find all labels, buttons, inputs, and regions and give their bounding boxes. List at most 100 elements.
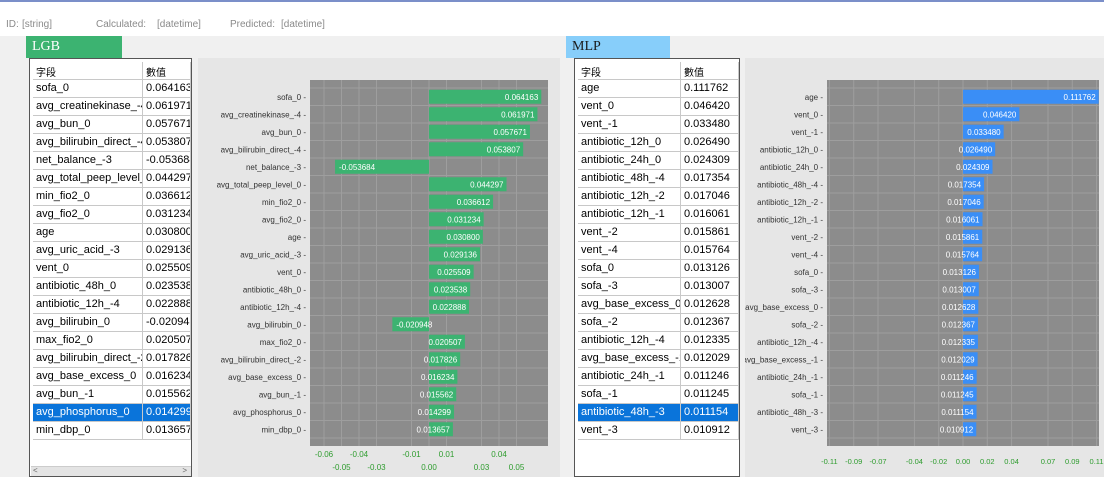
feature-value-cell: 0.011246 xyxy=(681,368,739,386)
category-label: vent_0 - xyxy=(794,110,823,119)
table-row[interactable]: vent_-4 0.015764 xyxy=(578,242,739,260)
category-label: max_fio2_0 - xyxy=(260,338,307,347)
feature-value-cell: 0.026490 xyxy=(681,134,739,152)
table-row[interactable]: antibiotic_48h_-4 0.017354 xyxy=(578,170,739,188)
category-label: age - xyxy=(288,233,307,242)
table-row-selected[interactable]: avg_phosphorus_0 0.014299 xyxy=(33,404,191,422)
table-row[interactable]: avg_bilirubin_direct_-4 0.053807 xyxy=(33,134,191,152)
data-label: 0.023538 xyxy=(434,285,468,294)
table-row[interactable]: antibiotic_24h_-1 0.011246 xyxy=(578,368,739,386)
table-row[interactable]: vent_0 0.025509 xyxy=(33,260,191,278)
table-row[interactable]: avg_base_excess_0 0.012628 xyxy=(578,296,739,314)
feature-name-cell: avg_base_excess_0 xyxy=(33,368,143,386)
table-row[interactable]: antibiotic_48h_0 0.023538 xyxy=(33,278,191,296)
table-row[interactable]: vent_-1 0.033480 xyxy=(578,116,739,134)
category-label: antibiotic_24h_-1 - xyxy=(757,373,823,382)
feature-value-cell: 0.057671 xyxy=(143,116,191,134)
table-row[interactable]: sofa_-3 0.013007 xyxy=(578,278,739,296)
category-label: avg_base_excess_-1 - xyxy=(745,355,823,364)
table-row[interactable]: min_dbp_0 0.013657 xyxy=(33,422,191,440)
x-tick-label: -0.11 xyxy=(821,457,838,466)
table-row[interactable]: antibiotic_12h_-4 0.012335 xyxy=(578,332,739,350)
table-row[interactable]: avg_base_excess_0 0.016234 xyxy=(33,368,191,386)
feature-name-cell: antibiotic_12h_-1 xyxy=(578,206,681,224)
lgb-feature-table[interactable]: < > 字段 數值 sofa_0 0.064163 avg_creatinekinase… xyxy=(29,58,192,477)
mlp-feature-table[interactable]: 字段 數值 age 0.111762 vent_0 0.046420 vent_-1 0.03… xyxy=(574,58,740,477)
category-label: antibiotic_12h_-2 - xyxy=(757,198,823,207)
table-row[interactable]: avg_total_peep_level_0 0.044297 xyxy=(33,170,191,188)
data-label: 0.015861 xyxy=(946,233,980,242)
category-label: sofa_-1 - xyxy=(791,390,823,399)
category-label: sofa_0 - xyxy=(277,93,306,102)
feature-name-cell: age xyxy=(578,80,681,98)
scroll-left-arrow-icon[interactable]: < xyxy=(33,466,38,475)
table-row[interactable]: avg_creatinekinase_-4 0.061971 xyxy=(33,98,191,116)
table-row[interactable]: sofa_-1 0.011245 xyxy=(578,386,739,404)
data-label: 0.016234 xyxy=(421,373,455,382)
feature-name-cell: vent_-1 xyxy=(578,116,681,134)
table-row[interactable]: avg_fio2_0 0.031234 xyxy=(33,206,191,224)
table-row[interactable]: avg_bun_-1 0.015562 xyxy=(33,386,191,404)
table-row[interactable]: sofa_0 0.013126 xyxy=(578,260,739,278)
table-row[interactable]: avg_uric_acid_-3 0.029136 xyxy=(33,242,191,260)
table-row[interactable]: antibiotic_24h_0 0.024309 xyxy=(578,152,739,170)
feature-name-cell: vent_0 xyxy=(578,98,681,116)
category-label: antibiotic_12h_0 - xyxy=(760,145,823,154)
feature-name-cell: avg_phosphorus_0 xyxy=(33,404,143,422)
table-row[interactable]: avg_base_excess_-1 0.012029 xyxy=(578,350,739,368)
table-row[interactable]: antibiotic_12h_-2 0.017046 xyxy=(578,188,739,206)
feature-value-cell: 0.061971 xyxy=(143,98,191,116)
lgb-table-horizontal-scrollbar[interactable]: < > xyxy=(31,466,191,476)
table-row[interactable]: avg_bilirubin_0 -0.020948 xyxy=(33,314,191,332)
category-label: antibiotic_12h_-1 - xyxy=(757,215,823,224)
feature-value-cell: 0.011154 xyxy=(681,404,739,422)
table-row[interactable]: antibiotic_12h_-1 0.016061 xyxy=(578,206,739,224)
feature-name-cell: max_fio2_0 xyxy=(33,332,143,350)
scroll-right-arrow-icon[interactable]: > xyxy=(182,466,187,475)
data-label: 0.057671 xyxy=(494,128,528,137)
table-row[interactable]: antibiotic_12h_-4 0.022888 xyxy=(33,296,191,314)
feature-value-cell: 0.013657 xyxy=(143,422,191,440)
feature-value-cell: 0.024309 xyxy=(681,152,739,170)
x-tick-label: -0.06 xyxy=(315,450,334,459)
data-label: 0.011246 xyxy=(941,373,974,382)
category-label: antibiotic_48h_0 - xyxy=(243,285,306,294)
table-row[interactable]: avg_bilirubin_direct_-2 0.017826 xyxy=(33,350,191,368)
table-row[interactable]: net_balance_-3 -0.053684 xyxy=(33,152,191,170)
category-label: vent_-1 - xyxy=(791,128,823,137)
table-row[interactable]: sofa_-2 0.012367 xyxy=(578,314,739,332)
data-label: 0.053807 xyxy=(487,145,521,154)
lgb-importance-chart: sofa_0 - 0.064163 avg_creatinekinase_-4 - 0… xyxy=(198,58,560,477)
data-label: 0.033480 xyxy=(967,128,1001,137)
value-column-header[interactable]: 數值 xyxy=(681,62,739,80)
table-row[interactable]: min_fio2_0 0.036612 xyxy=(33,188,191,206)
x-tick-label: -0.03 xyxy=(367,463,386,472)
table-row[interactable]: max_fio2_0 0.020507 xyxy=(33,332,191,350)
table-row[interactable]: vent_-2 0.015861 xyxy=(578,224,739,242)
table-row[interactable]: antibiotic_12h_0 0.026490 xyxy=(578,134,739,152)
table-row[interactable]: sofa_0 0.064163 xyxy=(33,80,191,98)
feature-name-cell: antibiotic_24h_-1 xyxy=(578,368,681,386)
data-label: 0.013007 xyxy=(942,285,976,294)
table-row-selected[interactable]: antibiotic_48h_-3 0.011154 xyxy=(578,404,739,422)
calculated-label: Calculated: xyxy=(96,19,147,30)
feature-value-cell: 0.036612 xyxy=(143,188,191,206)
table-row[interactable]: age 0.030800 xyxy=(33,224,191,242)
table-row[interactable]: age 0.111762 xyxy=(578,80,739,98)
feature-name-cell: avg_bun_-1 xyxy=(33,386,143,404)
feature-value-cell: 0.053807 xyxy=(143,134,191,152)
value-column-header[interactable]: 數值 xyxy=(143,62,191,80)
feature-value-cell: 0.010912 xyxy=(681,422,739,440)
feature-name-cell: avg_uric_acid_-3 xyxy=(33,242,143,260)
x-tick-label: 0.02 xyxy=(980,457,995,466)
feature-name-cell: min_dbp_0 xyxy=(33,422,143,440)
category-label: sofa_0 - xyxy=(794,268,823,277)
table-row[interactable]: vent_-3 0.010912 xyxy=(578,422,739,440)
table-row[interactable]: avg_bun_0 0.057671 xyxy=(33,116,191,134)
data-label: -0.020948 xyxy=(396,320,433,329)
table-row[interactable]: vent_0 0.046420 xyxy=(578,98,739,116)
field-column-header[interactable]: 字段 xyxy=(33,62,143,80)
category-label: avg_total_peep_level_0 - xyxy=(217,180,307,189)
category-label: min_dbp_0 - xyxy=(262,425,307,434)
field-column-header[interactable]: 字段 xyxy=(578,62,681,80)
